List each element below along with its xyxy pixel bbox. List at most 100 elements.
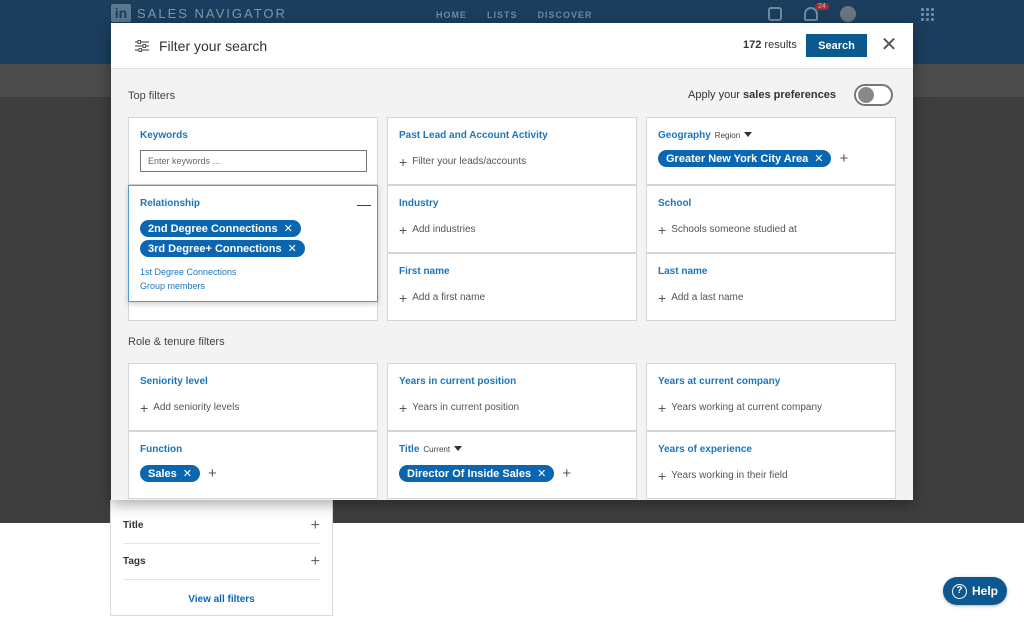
title-filter-title: Title xyxy=(399,444,420,455)
filter-title: School xyxy=(658,198,692,209)
years-experience-filter[interactable]: Years of experience + Years working in th… xyxy=(646,431,896,499)
sales-preferences-label: Apply your sales preferences xyxy=(688,89,836,101)
region-dropdown[interactable]: Region xyxy=(715,131,740,140)
caret-down-icon[interactable] xyxy=(744,132,753,137)
remove-x-icon[interactable]: ✕ xyxy=(814,152,823,165)
selected-pill: Sales ✕ xyxy=(140,465,200,482)
relationship-option[interactable]: Group members xyxy=(140,281,205,291)
nav-home[interactable]: HOME xyxy=(436,10,467,20)
filter-title: Geography Region xyxy=(658,130,753,141)
plus-icon[interactable]: + xyxy=(208,465,217,482)
top-bar-icons: 24 xyxy=(768,3,934,22)
background-filter-panel: Title + Tags + View all filters xyxy=(110,500,333,616)
sales-preferences-toggle[interactable] xyxy=(854,84,893,106)
plus-icon: + xyxy=(140,399,149,416)
plus-icon[interactable]: + xyxy=(562,465,571,482)
pill-label: Director Of Inside Sales xyxy=(407,467,532,480)
bg-filter-row-tags[interactable]: Tags + xyxy=(123,544,320,580)
filter-title: Industry xyxy=(399,198,439,209)
function-filter: Function Sales ✕ + xyxy=(128,431,378,499)
add-label: Add seniority levels xyxy=(153,402,240,413)
prefs-bold: sales preferences xyxy=(743,89,836,101)
first-name-filter[interactable]: First name + Add a first name xyxy=(387,253,637,321)
filter-title: Past Lead and Account Activity xyxy=(399,130,548,141)
pill-label: 3rd Degree+ Connections xyxy=(148,242,282,255)
pill-label: Greater New York City Area xyxy=(666,152,809,165)
remove-x-icon[interactable]: ✕ xyxy=(284,222,293,235)
filter-title: Title Current xyxy=(399,444,463,455)
plus-icon: + xyxy=(658,221,667,238)
selected-pill: Director Of Inside Sales ✕ xyxy=(399,465,555,482)
plus-icon: + xyxy=(658,289,667,306)
remove-x-icon[interactable]: ✕ xyxy=(288,242,297,255)
add-label: Years in current position xyxy=(412,402,520,413)
plus-icon: + xyxy=(658,467,667,484)
remove-x-icon[interactable]: ✕ xyxy=(537,467,546,480)
question-mark-icon: ? xyxy=(951,583,967,599)
section-top-filters: Top filters xyxy=(128,90,176,102)
add-label: Schools someone studied at xyxy=(671,224,797,235)
add-filter-control[interactable]: + Add a last name xyxy=(658,289,743,306)
add-filter-control[interactable]: + Years working at current company xyxy=(658,399,822,416)
toggle-knob xyxy=(858,87,874,103)
help-button[interactable]: ? Help xyxy=(943,577,1007,605)
add-filter-control[interactable]: + Add a first name xyxy=(399,289,485,306)
plus-icon: + xyxy=(399,289,408,306)
past-activity-filter[interactable]: Past Lead and Account Activity + Filter y… xyxy=(387,117,637,185)
plus-icon[interactable]: + xyxy=(311,553,320,571)
plus-icon[interactable]: + xyxy=(839,150,848,167)
results-number: 172 xyxy=(743,39,762,51)
relationship-option[interactable]: 1st Degree Connections xyxy=(140,267,237,277)
sales-navigator-logo[interactable]: in SALES NAVIGATOR xyxy=(111,4,287,22)
remove-x-icon[interactable]: ✕ xyxy=(183,467,192,480)
notifications-bell-icon[interactable]: 24 xyxy=(804,3,829,21)
school-filter[interactable]: School + Schools someone studied at xyxy=(646,185,896,253)
geography-pills: Greater New York City Area ✕ + xyxy=(658,150,848,167)
industry-filter[interactable]: Industry + Add industries xyxy=(387,185,637,253)
filter-modal: Filter your search 172 results Search ✕ … xyxy=(111,23,913,500)
view-all-filters-link[interactable]: View all filters xyxy=(111,594,332,605)
notification-count-badge: 24 xyxy=(815,3,829,10)
filter-title: Years in current position xyxy=(399,376,517,387)
keywords-input[interactable] xyxy=(140,150,367,172)
filter-title: Years at current company xyxy=(658,376,781,387)
add-filter-control[interactable]: + Add seniority levels xyxy=(140,399,240,416)
filter-title: Last name xyxy=(658,266,708,277)
help-label: Help xyxy=(971,584,998,598)
function-pills: Sales ✕ + xyxy=(140,465,217,482)
nav-discover[interactable]: DISCOVER xyxy=(538,10,593,20)
modal-header: Filter your search 172 results Search ✕ xyxy=(111,23,913,69)
collapse-minus-icon[interactable]: — xyxy=(357,196,371,212)
bg-filter-label: Title xyxy=(123,520,144,531)
linkedin-logo-icon: in xyxy=(111,4,131,22)
user-avatar[interactable] xyxy=(840,6,856,22)
caret-down-icon[interactable] xyxy=(454,446,463,451)
plus-icon: + xyxy=(658,399,667,416)
apps-grid-icon[interactable] xyxy=(920,7,934,21)
add-label: Filter your leads/accounts xyxy=(412,156,527,167)
years-in-position-filter[interactable]: Years in current position + Years in curr… xyxy=(387,363,637,431)
add-filter-control[interactable]: + Filter your leads/accounts xyxy=(399,153,527,170)
results-count: 172 results xyxy=(743,39,797,51)
current-dropdown[interactable]: Current xyxy=(423,445,450,454)
close-icon[interactable]: ✕ xyxy=(877,34,901,58)
add-filter-control[interactable]: + Add industries xyxy=(399,223,476,237)
seniority-filter[interactable]: Seniority level + Add seniority levels xyxy=(128,363,378,431)
add-filter-control[interactable]: + Schools someone studied at xyxy=(658,221,797,238)
modal-title: Filter your search xyxy=(159,38,268,54)
add-filter-control[interactable]: + Years in current position xyxy=(399,399,520,416)
add-filter-control[interactable]: + Years working in their field xyxy=(658,467,788,484)
add-label: Add industries xyxy=(412,224,476,235)
nav-lists[interactable]: LISTS xyxy=(487,10,518,20)
add-label: Add a first name xyxy=(412,292,485,303)
plus-icon: + xyxy=(399,399,408,416)
messages-icon[interactable] xyxy=(768,7,782,21)
filter-title: Seniority level xyxy=(140,376,208,387)
bg-filter-row-title[interactable]: Title + xyxy=(123,508,320,544)
years-at-company-filter[interactable]: Years at current company + Years working … xyxy=(646,363,896,431)
last-name-filter[interactable]: Last name + Add a last name xyxy=(646,253,896,321)
plus-icon: + xyxy=(399,153,408,170)
search-button[interactable]: Search xyxy=(806,34,867,57)
plus-icon[interactable]: + xyxy=(311,517,320,535)
filter-title: Keywords xyxy=(140,130,188,141)
